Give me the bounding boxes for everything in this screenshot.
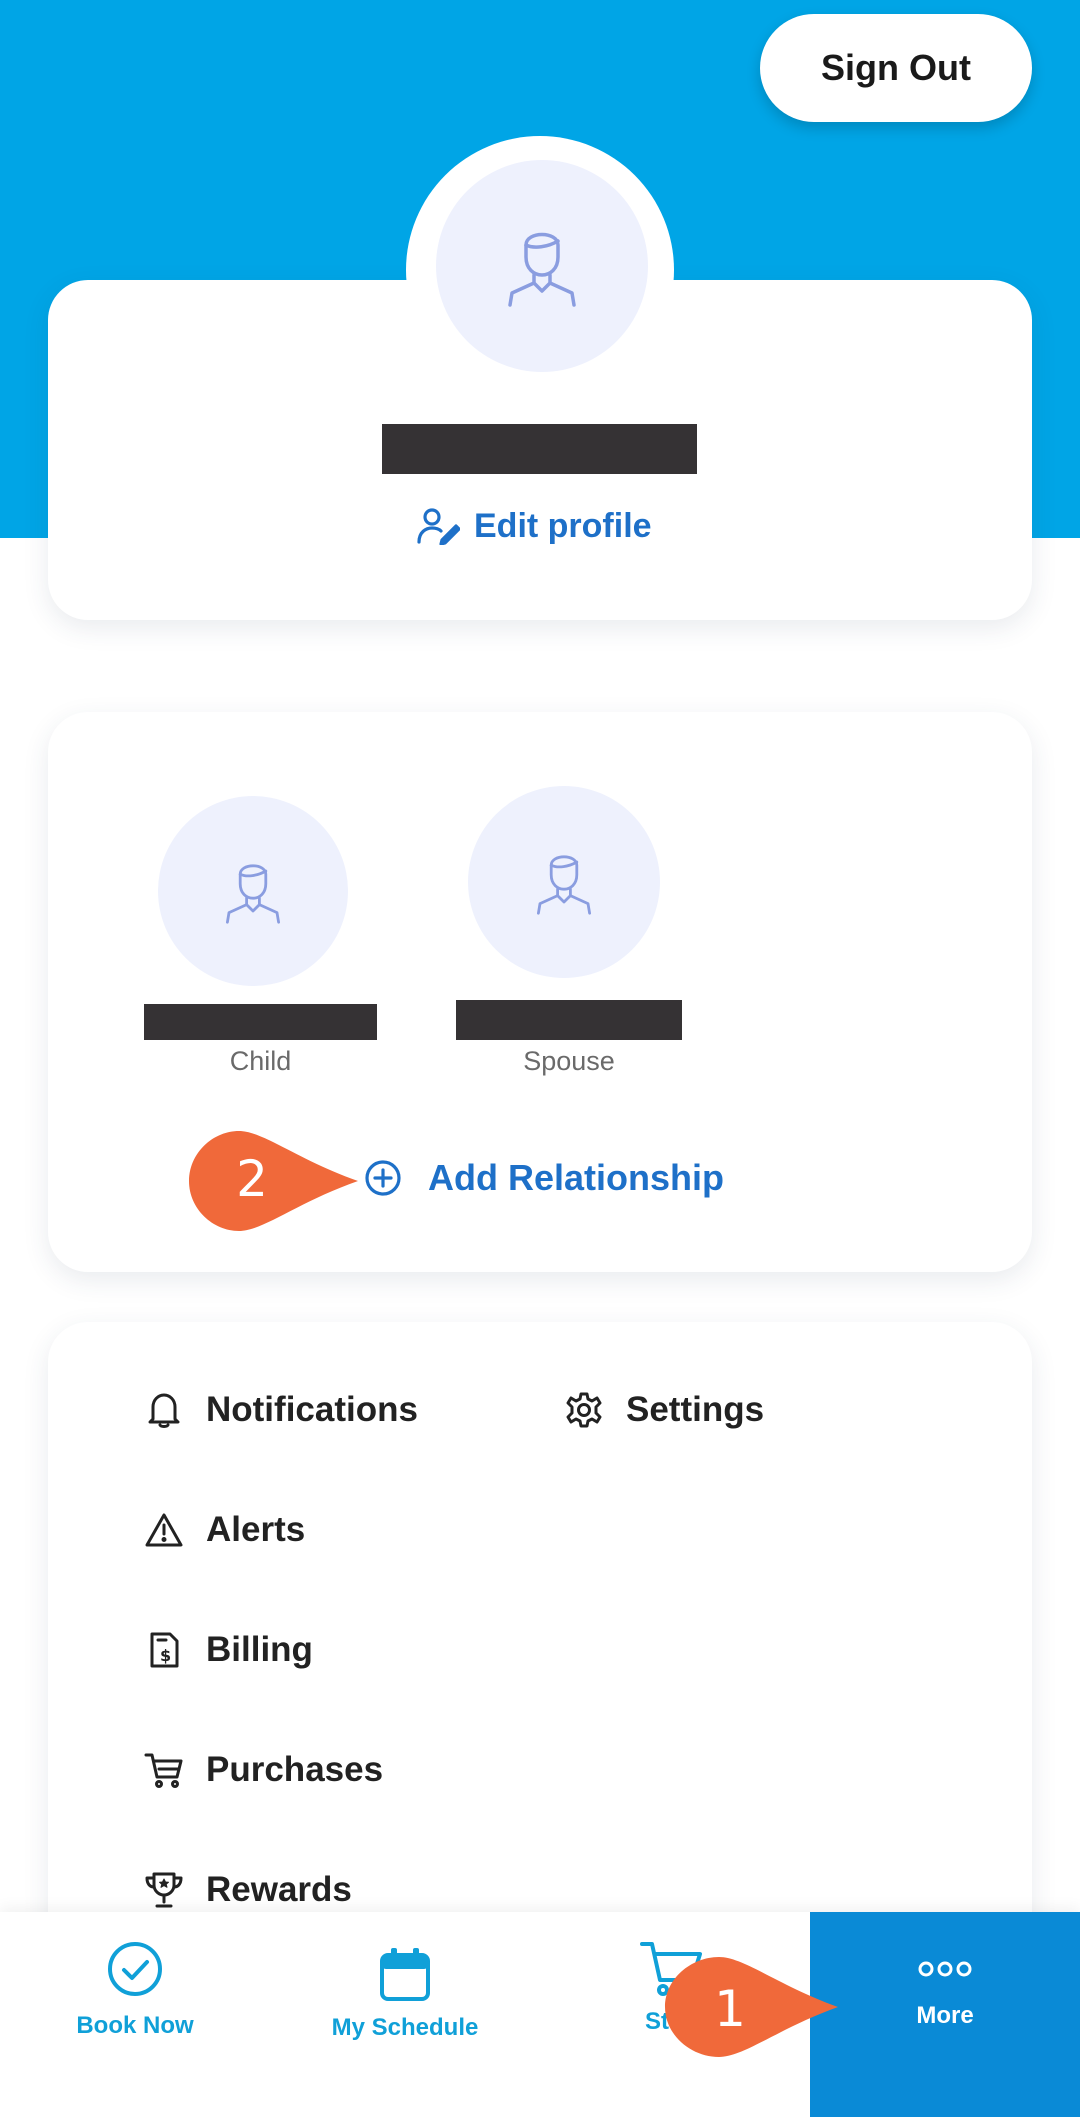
nav-book-now[interactable]: Book Now: [40, 1912, 230, 2117]
edit-profile-label: Edit profile: [474, 506, 652, 545]
sign-out-button[interactable]: Sign Out: [760, 14, 1032, 122]
menu-item-label: Alerts: [206, 1510, 306, 1549]
warning-icon: [144, 1510, 184, 1550]
menu-item-notifications[interactable]: Notifications: [144, 1390, 418, 1430]
dots-icon: [918, 1961, 972, 1977]
nav-label: My Schedule: [331, 2014, 479, 2041]
menu-item-label: Rewards: [206, 1870, 352, 1909]
child-name-redacted: [144, 1004, 377, 1040]
spouse-name-redacted: [456, 1000, 682, 1040]
nav-more[interactable]: More: [810, 1912, 1080, 2117]
callout-number-1: 1: [714, 1980, 746, 2038]
profile-avatar[interactable]: [436, 160, 648, 372]
callout-number-2: 2: [236, 1150, 268, 1208]
relationship-role-spouse: Spouse: [523, 1046, 615, 1076]
menu-item-settings[interactable]: Settings: [564, 1390, 764, 1430]
user-icon: [508, 232, 576, 307]
invoice-icon: $: [144, 1630, 184, 1670]
check-circle-icon: [108, 1942, 162, 1996]
trophy-icon: [144, 1870, 184, 1910]
spouse-avatar[interactable]: [468, 786, 660, 978]
nav-label: More: [916, 2002, 974, 2029]
user-icon: [537, 855, 591, 915]
menu-item-label: Purchases: [206, 1750, 384, 1789]
nav-label: Book Now: [76, 2012, 194, 2039]
cart-icon: [144, 1750, 184, 1790]
edit-profile-link[interactable]: Edit profile: [416, 498, 652, 554]
menu-item-alerts[interactable]: Alerts: [144, 1510, 305, 1550]
menu-item-purchases[interactable]: Purchases: [144, 1750, 383, 1790]
menu-item-label: Billing: [206, 1630, 313, 1669]
bell-icon: [144, 1390, 184, 1430]
menu-item-rewards[interactable]: Rewards: [144, 1870, 352, 1910]
menu-item-label: Settings: [626, 1390, 765, 1429]
nav-my-schedule[interactable]: My Schedule: [310, 1912, 500, 2117]
user-edit-icon: [417, 508, 460, 545]
child-avatar[interactable]: [158, 796, 348, 986]
add-relationship-label: Add Relationship: [428, 1157, 724, 1198]
user-icon: [226, 864, 280, 924]
menu-item-label: Notifications: [206, 1390, 418, 1429]
profile-name-redacted: [382, 424, 697, 474]
add-relationship-button[interactable]: Add Relationship: [364, 1150, 724, 1206]
plus-circle-icon: [365, 1160, 401, 1196]
svg-text:$: $: [160, 1646, 171, 1665]
gear-icon: [564, 1390, 604, 1430]
menu-item-billing[interactable]: $ Billing: [144, 1630, 313, 1670]
calendar-icon: [380, 1948, 430, 2001]
relationship-role-child: Child: [229, 1046, 292, 1076]
